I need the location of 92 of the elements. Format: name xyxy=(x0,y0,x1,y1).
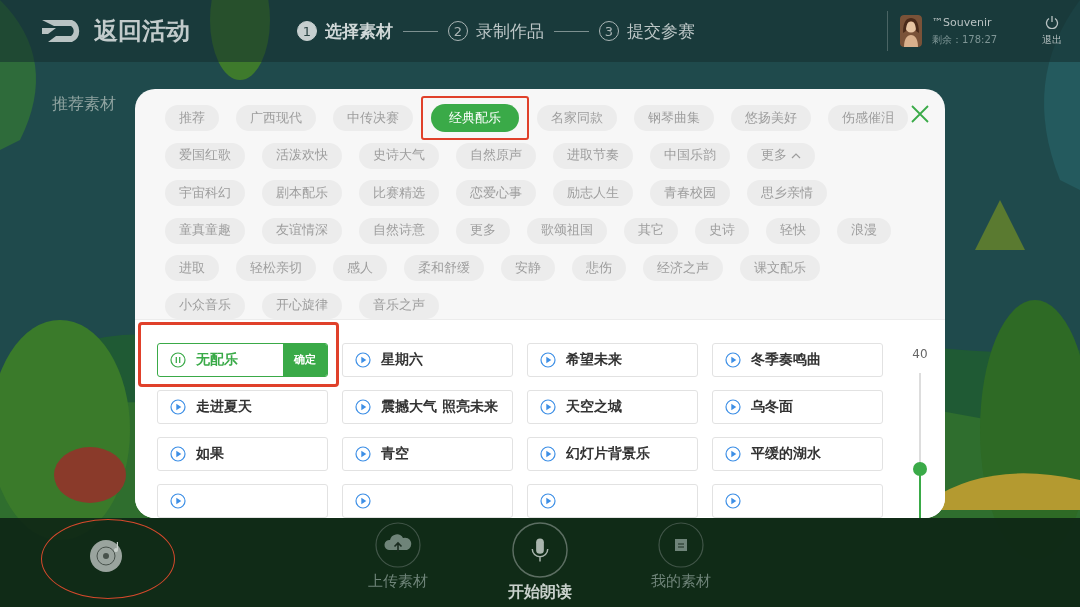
confirm-button[interactable]: 确定 xyxy=(283,343,327,376)
category-tag[interactable]: 更多 xyxy=(456,217,510,244)
category-tag[interactable]: 浪漫 xyxy=(837,217,891,244)
tree-drawing xyxy=(975,200,1025,250)
power-icon[interactable] xyxy=(1045,15,1059,29)
play-icon[interactable] xyxy=(540,398,556,415)
category-tag[interactable]: 青春校园 xyxy=(650,180,730,206)
category-tag[interactable]: 恋爱心事 xyxy=(456,180,536,206)
play-icon[interactable] xyxy=(540,492,556,509)
play-icon[interactable] xyxy=(355,398,371,415)
music-item[interactable]: 冬季奏鸣曲 xyxy=(712,342,883,377)
category-tag[interactable]: 更多 xyxy=(747,142,815,169)
category-tag[interactable]: 音乐之声 xyxy=(359,292,439,319)
category-tag[interactable]: 友谊情深 xyxy=(262,217,342,244)
avatar-icon[interactable] xyxy=(900,15,922,47)
music-item[interactable]: 希望未来 xyxy=(527,342,698,377)
step-label: 选择素材 xyxy=(325,19,393,43)
logout-button[interactable]: 退出 xyxy=(1042,33,1062,47)
category-tag[interactable]: 广西现代 xyxy=(236,105,316,131)
music-item[interactable]: 乌冬面 xyxy=(712,389,883,424)
play-icon[interactable] xyxy=(540,351,556,368)
step-label: 录制作品 xyxy=(476,19,544,43)
document-icon[interactable] xyxy=(658,522,704,568)
play-icon[interactable] xyxy=(355,445,371,462)
category-tag[interactable]: 进取 xyxy=(165,255,219,281)
category-tag[interactable]: 课文配乐 xyxy=(740,255,820,281)
category-tag[interactable]: 进取节奏 xyxy=(553,142,633,169)
category-tag[interactable]: 钢琴曲集 xyxy=(634,105,714,131)
play-icon[interactable] xyxy=(170,398,186,415)
volume-reading: 40 xyxy=(912,346,928,361)
category-tag[interactable]: 其它 xyxy=(624,217,678,244)
section-label: 推荐素材 xyxy=(52,94,116,113)
music-item[interactable]: 震撼大气 照亮未来 xyxy=(342,389,513,424)
category-tag[interactable]: 自然原声 xyxy=(456,142,536,169)
category-tag[interactable]: 中传决赛 xyxy=(333,105,413,131)
play-icon[interactable] xyxy=(170,492,186,509)
category-tag[interactable]: 童真童趣 xyxy=(165,217,245,244)
category-tag[interactable]: 中国乐韵 xyxy=(650,142,730,169)
category-tag[interactable]: 思乡亲情 xyxy=(747,180,827,206)
category-tag[interactable]: 宇宙科幻 xyxy=(165,180,245,206)
category-tag[interactable]: 感人 xyxy=(333,255,387,281)
play-icon[interactable] xyxy=(725,492,741,509)
step-label: 提交参赛 xyxy=(627,19,695,43)
category-tag[interactable]: 剧本配乐 xyxy=(262,180,342,206)
play-icon[interactable] xyxy=(725,398,741,415)
category-tag[interactable]: 安静 xyxy=(501,255,555,281)
microphone-icon[interactable] xyxy=(512,522,568,578)
music-item[interactable]: 星期六 xyxy=(342,342,513,377)
music-item[interactable]: 走进夏天 xyxy=(157,389,328,424)
music-item[interactable]: 天空之城 xyxy=(527,389,698,424)
play-icon[interactable] xyxy=(170,445,186,462)
user-name: ™Souvenir xyxy=(932,15,993,29)
category-tag[interactable]: 小众音乐 xyxy=(165,292,245,319)
category-tag[interactable]: 推荐 xyxy=(165,105,219,131)
category-tag[interactable]: 柔和舒缓 xyxy=(404,255,484,281)
category-tag[interactable]: 轻松亲切 xyxy=(236,255,316,281)
music-item[interactable]: 青空 xyxy=(342,436,513,471)
rock-drawing xyxy=(54,447,126,503)
play-icon[interactable] xyxy=(355,492,371,509)
nav-label[interactable]: 我的素材 xyxy=(651,572,711,591)
music-item[interactable]: 平缓的湖水 xyxy=(712,436,883,471)
category-tag[interactable]: 伤感催泪 xyxy=(828,105,908,131)
play-icon[interactable] xyxy=(725,351,741,368)
category-tag[interactable]: 活泼欢快 xyxy=(262,142,342,169)
cloud-upload-icon[interactable] xyxy=(375,522,421,568)
category-tag[interactable]: 歌颂祖国 xyxy=(527,217,607,244)
remaining-time: 剩余：178:27 xyxy=(932,32,998,47)
category-tag[interactable]: 比赛精选 xyxy=(359,180,439,206)
category-tag[interactable]: 史诗 xyxy=(695,217,749,244)
music-item[interactable]: 无配乐 确定 xyxy=(157,342,328,377)
category-tag[interactable]: 轻快 xyxy=(766,217,820,244)
play-icon[interactable] xyxy=(540,445,556,462)
pause-icon[interactable] xyxy=(170,351,186,368)
category-tag[interactable]: 史诗大气 xyxy=(359,142,439,169)
nav-label[interactable]: 上传素材 xyxy=(368,572,428,591)
category-tag[interactable]: 爱国红歌 xyxy=(165,142,245,169)
category-tag[interactable]: 开心旋律 xyxy=(262,292,342,319)
close-icon[interactable] xyxy=(911,105,929,123)
back-button[interactable]: 返回活动 xyxy=(94,15,190,47)
category-tag[interactable]: 自然诗意 xyxy=(359,217,439,244)
category-tag[interactable]: 悠扬美好 xyxy=(731,105,811,131)
category-tag[interactable]: 励志人生 xyxy=(553,180,633,206)
category-tag[interactable]: 悲伤 xyxy=(572,255,626,281)
play-icon[interactable] xyxy=(725,445,741,462)
slider-thumb[interactable] xyxy=(913,461,927,476)
play-icon[interactable] xyxy=(355,351,371,368)
category-tag[interactable]: 经典配乐 xyxy=(431,104,519,132)
nav-label[interactable]: 开始朗读 xyxy=(508,582,572,603)
category-tag[interactable]: 名家同款 xyxy=(537,105,617,131)
music-item[interactable]: 如果 xyxy=(157,436,328,471)
category-tag[interactable]: 经济之声 xyxy=(643,255,723,281)
music-item[interactable]: 幻灯片背景乐 xyxy=(527,436,698,471)
